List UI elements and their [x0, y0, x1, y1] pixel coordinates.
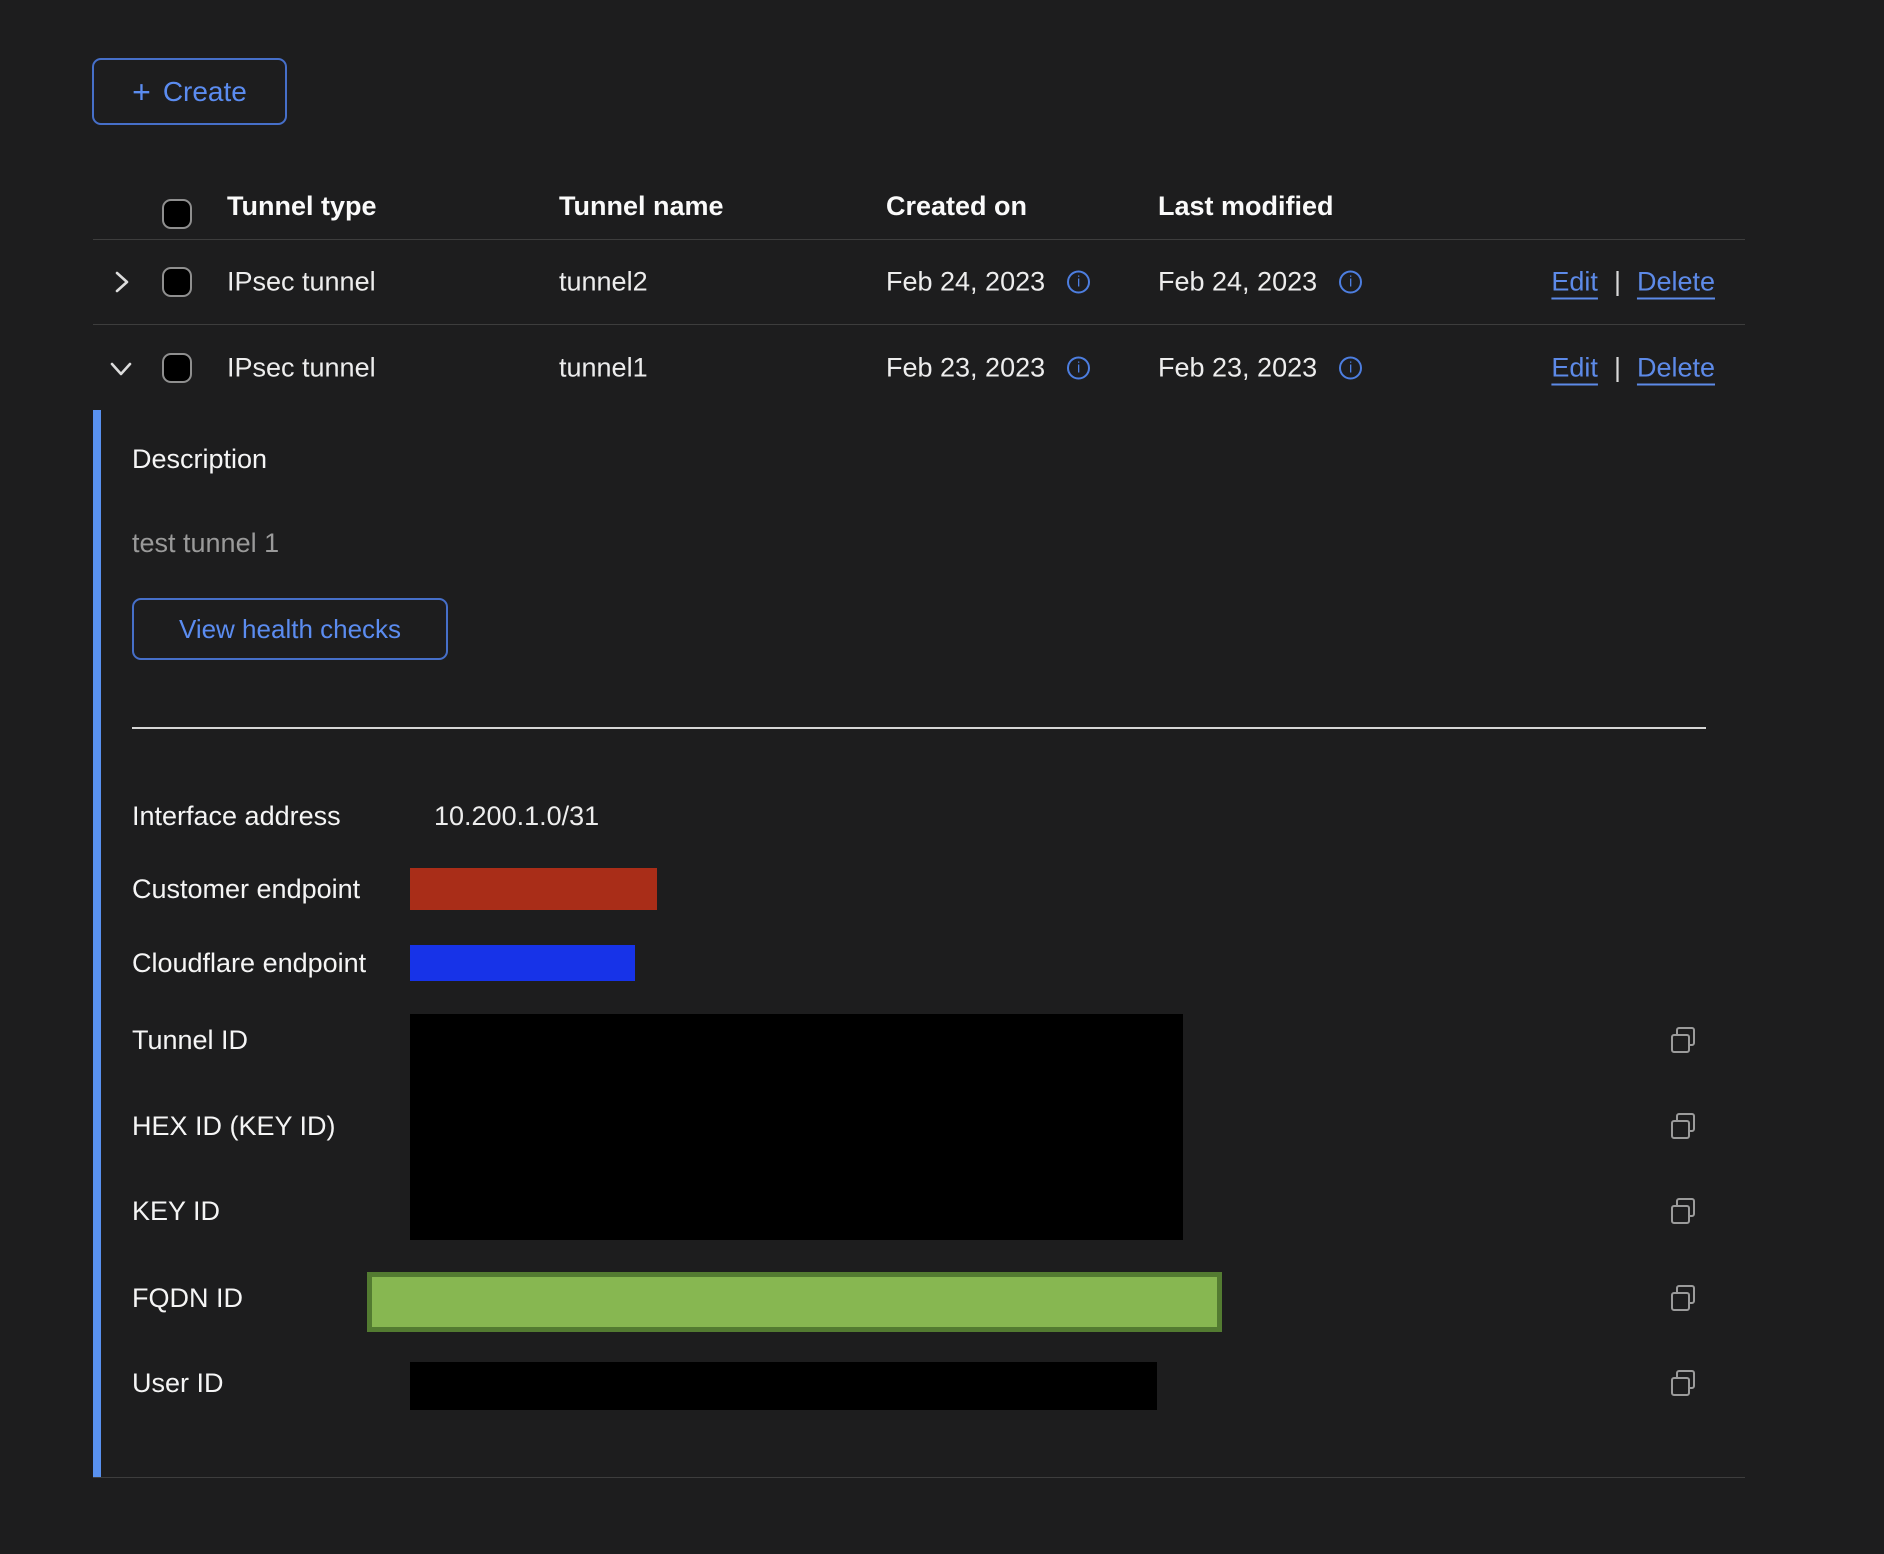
last-modified-value: Feb 24, 2023: [1158, 267, 1317, 298]
table-row-tunnel2: IPsec tunnel tunnel2 Feb 24, 2023 i Feb …: [93, 240, 1745, 325]
customer-endpoint-redacted-value: [410, 868, 657, 910]
table-header: Tunnel type Tunnel name Created on Last …: [93, 175, 1745, 240]
last-modified-value: Feb 23, 2023: [1158, 352, 1317, 383]
description-value: test tunnel 1: [132, 526, 279, 560]
copy-icon: [1668, 1368, 1698, 1398]
copy-key-id-button[interactable]: [1668, 1196, 1698, 1226]
tunnel-type-cell: IPsec tunnel: [227, 352, 376, 383]
field-label-fqdn-id: FQDN ID: [132, 1281, 243, 1315]
copy-tunnel-id-button[interactable]: [1668, 1025, 1698, 1055]
row-actions: Edit | Delete: [1551, 267, 1715, 298]
info-icon[interactable]: i: [1339, 356, 1362, 379]
actions-separator: |: [1614, 267, 1621, 298]
info-icon[interactable]: i: [1339, 271, 1362, 294]
column-header-created-on: Created on: [886, 175, 1027, 238]
delete-link[interactable]: Delete: [1637, 352, 1715, 383]
copy-hex-id-button[interactable]: [1668, 1111, 1698, 1141]
section-divider: [132, 727, 1706, 729]
column-header-tunnel-name: Tunnel name: [559, 175, 724, 238]
created-on-value: Feb 24, 2023: [886, 267, 1045, 298]
field-label-key-id: KEY ID: [132, 1194, 220, 1228]
actions-separator: |: [1614, 352, 1621, 383]
field-label-user-id: User ID: [132, 1366, 224, 1400]
created-on-cell: Feb 24, 2023 i: [886, 267, 1090, 298]
copy-icon: [1668, 1196, 1698, 1226]
field-label-customer-endpoint: Customer endpoint: [132, 872, 360, 906]
view-health-checks-button[interactable]: View health checks: [132, 598, 448, 660]
chevron-down-icon: [106, 353, 136, 383]
field-label-cloudflare-endpoint: Cloudflare endpoint: [132, 946, 366, 980]
interface-address-value: 10.200.1.0/31: [434, 799, 599, 833]
row-checkbox[interactable]: [162, 267, 192, 297]
tunnel-name-cell: tunnel1: [559, 352, 648, 383]
plus-icon: +: [132, 76, 151, 108]
info-icon[interactable]: i: [1067, 271, 1090, 294]
expand-row-button[interactable]: [106, 267, 136, 297]
table-row-tunnel1: IPsec tunnel tunnel1 Feb 23, 2023 i Feb …: [93, 325, 1745, 410]
copy-icon: [1668, 1283, 1698, 1313]
info-icon[interactable]: i: [1067, 356, 1090, 379]
row-checkbox[interactable]: [162, 353, 192, 383]
select-all-checkbox[interactable]: [162, 199, 192, 229]
edit-link[interactable]: Edit: [1551, 267, 1598, 298]
tunnels-page: + Create Tunnel type Tunnel name Created…: [0, 0, 1884, 1554]
create-button-label: Create: [163, 76, 247, 108]
field-label-tunnel-id: Tunnel ID: [132, 1023, 248, 1057]
fqdn-id-redacted-value: [367, 1272, 1222, 1332]
copy-user-id-button[interactable]: [1668, 1368, 1698, 1398]
last-modified-cell: Feb 23, 2023 i: [1158, 352, 1362, 383]
tunnel-type-cell: IPsec tunnel: [227, 267, 376, 298]
copy-icon: [1668, 1025, 1698, 1055]
user-id-redacted-value: [410, 1362, 1157, 1410]
last-modified-cell: Feb 24, 2023 i: [1158, 267, 1362, 298]
tunnel-details-panel: Description test tunnel 1 View health ch…: [93, 410, 1745, 1478]
description-label: Description: [132, 442, 267, 476]
tunnel-hex-key-id-redacted-value: [410, 1014, 1183, 1240]
copy-icon: [1668, 1111, 1698, 1141]
cloudflare-endpoint-redacted-value: [410, 945, 635, 981]
chevron-right-icon: [106, 267, 136, 297]
row-actions: Edit | Delete: [1551, 352, 1715, 383]
edit-link[interactable]: Edit: [1551, 352, 1598, 383]
copy-fqdn-id-button[interactable]: [1668, 1283, 1698, 1313]
column-header-last-modified: Last modified: [1158, 175, 1334, 238]
field-label-interface-address: Interface address: [132, 799, 341, 833]
field-label-hex-id: HEX ID (KEY ID): [132, 1109, 336, 1143]
tunnel-name-cell: tunnel2: [559, 267, 648, 298]
collapse-row-button[interactable]: [106, 353, 136, 383]
delete-link[interactable]: Delete: [1637, 267, 1715, 298]
created-on-value: Feb 23, 2023: [886, 352, 1045, 383]
expanded-row-accent-bar: [93, 410, 101, 1477]
create-button[interactable]: + Create: [92, 58, 287, 125]
column-header-tunnel-type: Tunnel type: [227, 175, 377, 238]
created-on-cell: Feb 23, 2023 i: [886, 352, 1090, 383]
